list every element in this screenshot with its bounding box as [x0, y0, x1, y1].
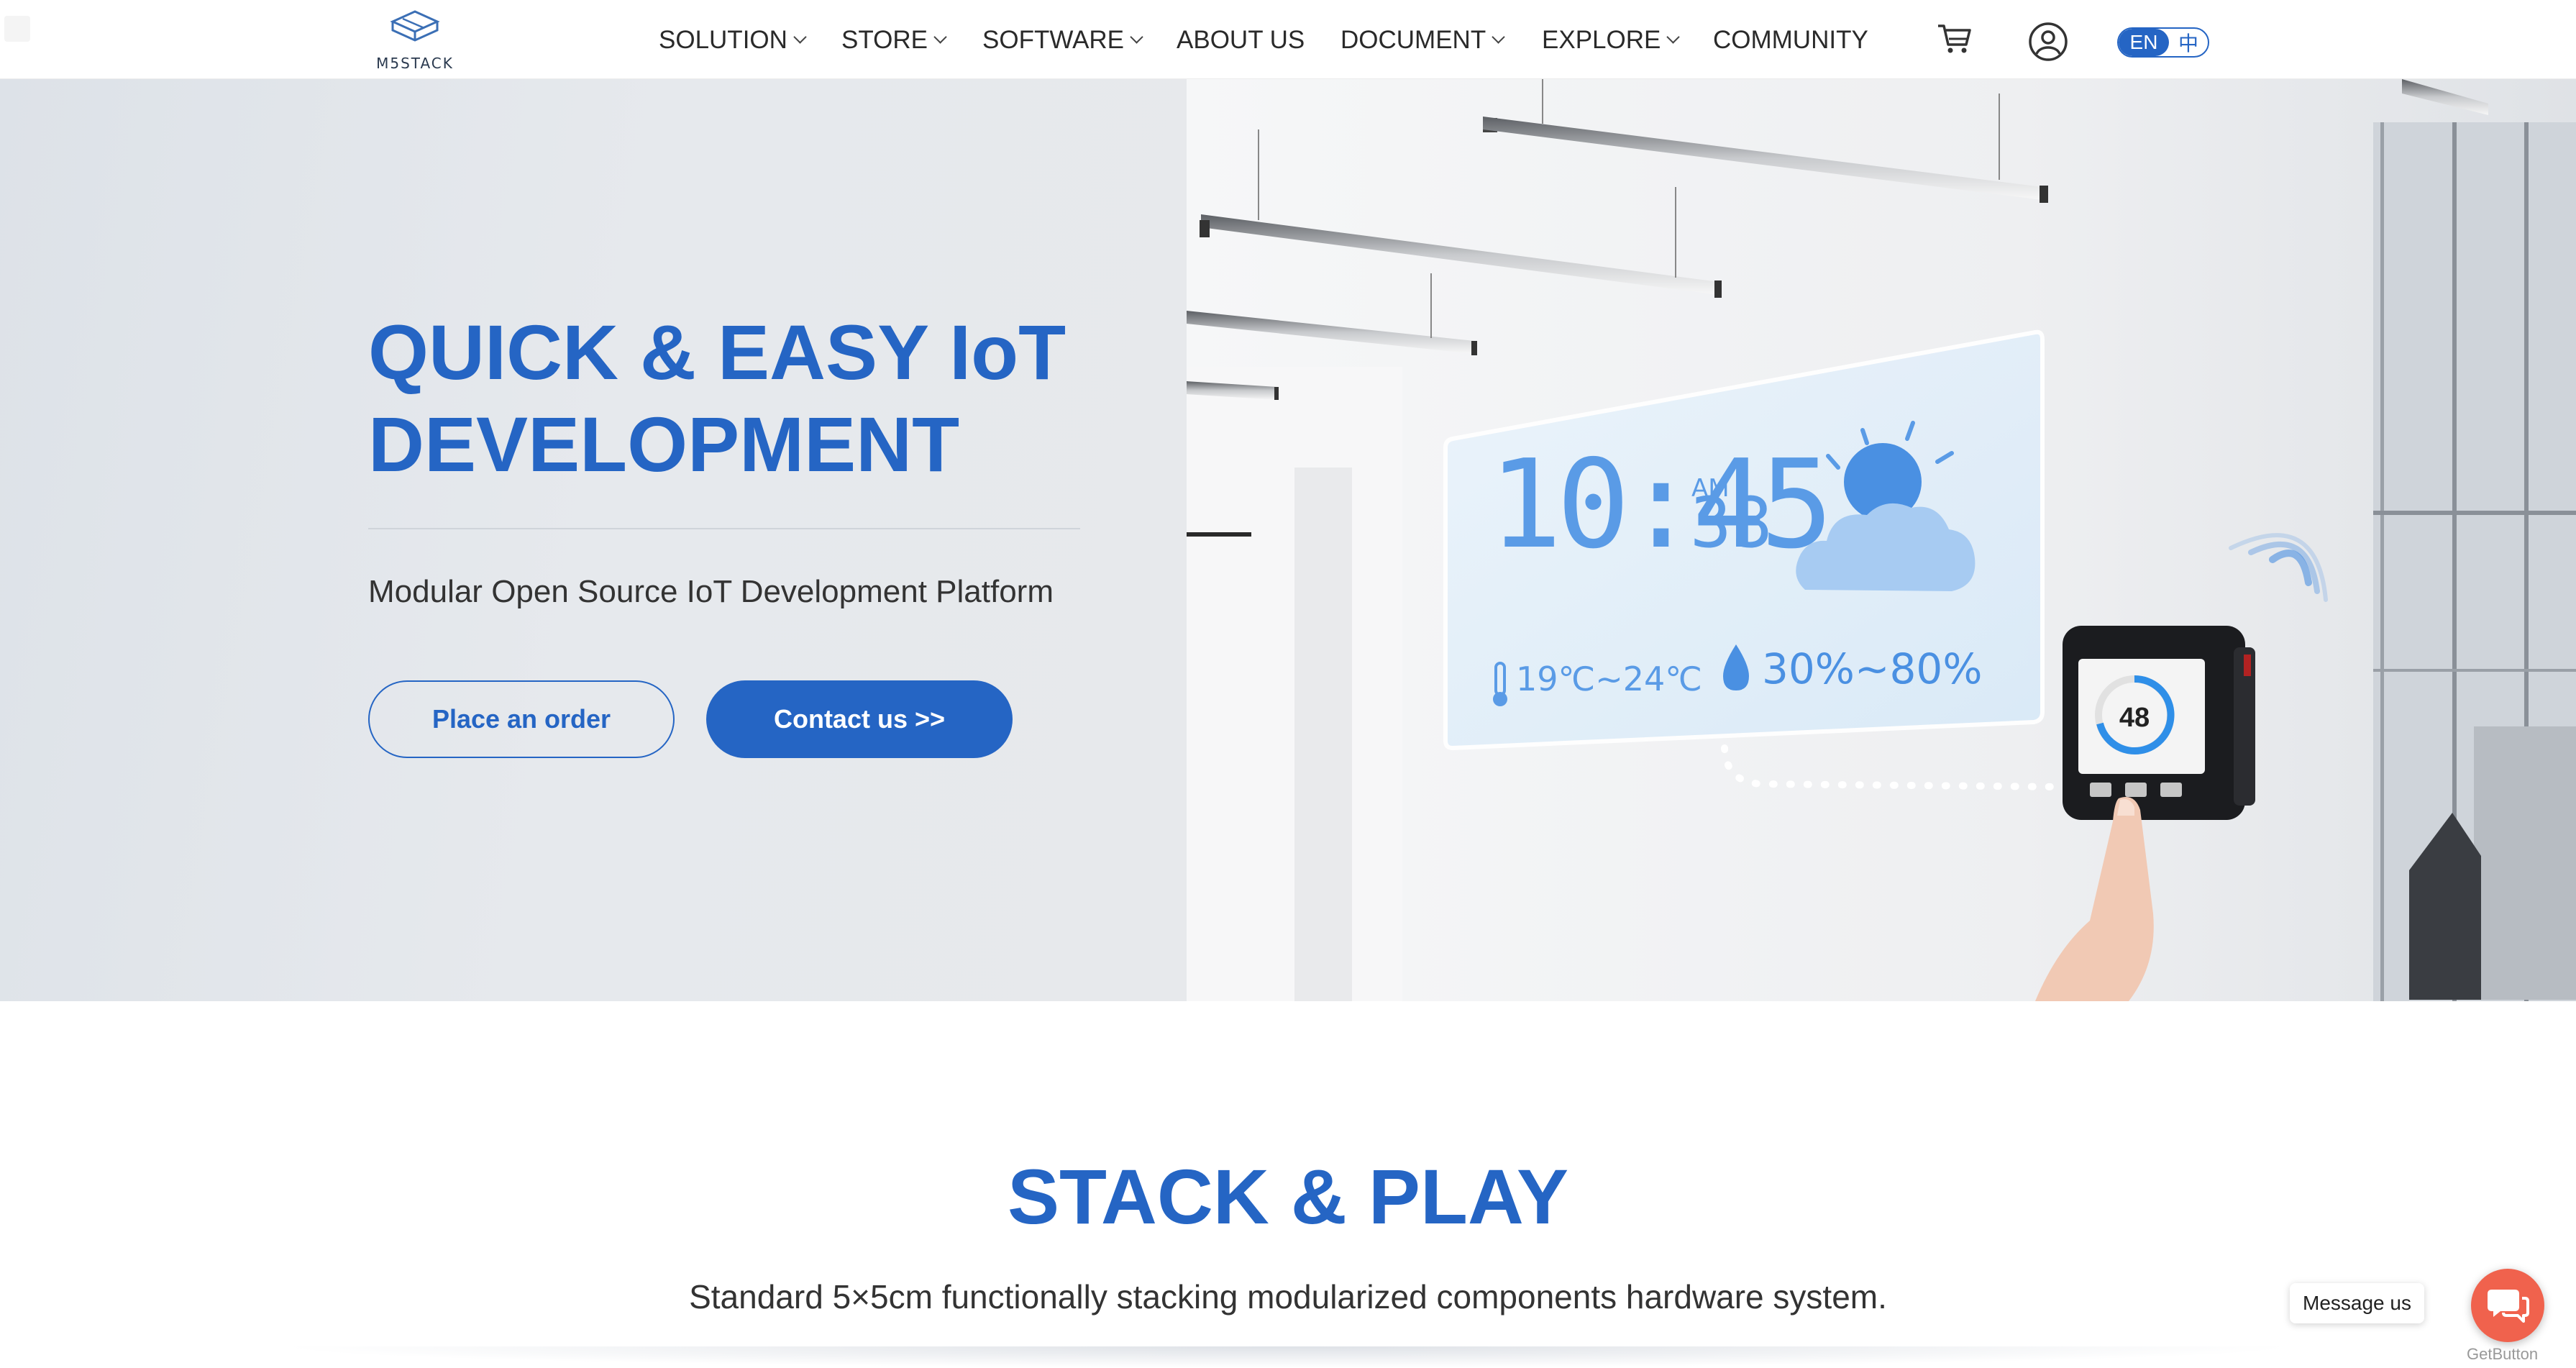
language-option-zh[interactable]: 中 [2169, 29, 2208, 56]
section-title: STACK & PLAY [1007, 1153, 1569, 1240]
display-time: 10:45 [1489, 434, 1828, 576]
nav-label: COMMUNITY [1713, 26, 1868, 54]
chat-bubbles-icon [2488, 1290, 2529, 1323]
chevron-down-icon [793, 29, 807, 44]
hero-subtitle: Modular Open Source IoT Development Plat… [368, 574, 1054, 609]
chevron-down-icon [1666, 29, 1681, 44]
nav-item-community[interactable]: COMMUNITY [1713, 24, 1868, 56]
nav-item-about-us[interactable]: ABOUT US [1177, 24, 1305, 56]
nav-label: ABOUT US [1177, 26, 1305, 54]
device-reading: 48 [2119, 703, 2150, 733]
display-humidity: 30%~80% [1762, 644, 1982, 693]
hero-title-line-1: QUICK & EASY IoT [368, 309, 1067, 396]
language-toggle[interactable]: EN 中 [2117, 27, 2209, 58]
nav-label: SOLUTION [659, 26, 787, 54]
section-subtitle: Standard 5×5cm functionally stacking mod… [689, 1278, 1887, 1315]
logo-text: M5STACK [376, 55, 454, 72]
corner-placeholder [4, 16, 30, 42]
contact-us-button[interactable]: Contact us >> [706, 680, 1013, 758]
top-navigation-bar: M5STACK SOLUTION STORE SOFTWARE ABOUT US… [0, 0, 2576, 79]
nav-label: EXPLORE [1542, 26, 1661, 54]
nav-item-store[interactable]: STORE [841, 24, 947, 56]
logo-cube-icon [390, 10, 440, 42]
language-option-en[interactable]: EN [2119, 29, 2169, 56]
m5stack-device: 48 [2063, 626, 2255, 820]
nav-label: STORE [841, 26, 928, 54]
hero-title-line-2: DEVELOPMENT [368, 401, 960, 488]
place-order-button[interactable]: Place an order [368, 680, 675, 758]
hero-office-illustration: 10:45 AM 33 19℃~24℃ 30%~80% 48 [1187, 79, 2576, 1001]
nav-label: SOFTWARE [982, 26, 1125, 54]
display-temperature: 19℃~24℃ [1516, 660, 1702, 698]
hero-banner: 10:45 AM 33 19℃~24℃ 30%~80% 48 QUICK & E… [0, 79, 2576, 1001]
chevron-down-icon [1130, 29, 1143, 44]
nav-item-explore[interactable]: EXPLORE [1542, 24, 1681, 56]
hero-divider [368, 528, 1080, 529]
chevron-down-icon [933, 29, 947, 44]
m5stack-logo[interactable]: M5STACK [373, 9, 457, 75]
hero-title: QUICK & EASY IoT DEVELOPMENT [368, 306, 1159, 491]
cart-icon[interactable] [1936, 20, 1973, 61]
display-seconds: 33 [1690, 483, 1773, 563]
message-us-label[interactable]: Message us [2290, 1283, 2424, 1323]
nav-item-software[interactable]: SOFTWARE [982, 24, 1143, 56]
hero-left-panel [0, 79, 1187, 1001]
nav-item-solution[interactable]: SOLUTION [659, 24, 807, 56]
getbutton-credit[interactable]: GetButton [2467, 1345, 2538, 1364]
user-account-icon[interactable] [2028, 22, 2068, 65]
nav-label: DOCUMENT [1340, 26, 1486, 54]
chevron-down-icon [1492, 29, 1505, 44]
chat-button[interactable] [2471, 1269, 2544, 1342]
nav-item-document[interactable]: DOCUMENT [1340, 24, 1505, 56]
section-shadow-divider [273, 1346, 2301, 1368]
